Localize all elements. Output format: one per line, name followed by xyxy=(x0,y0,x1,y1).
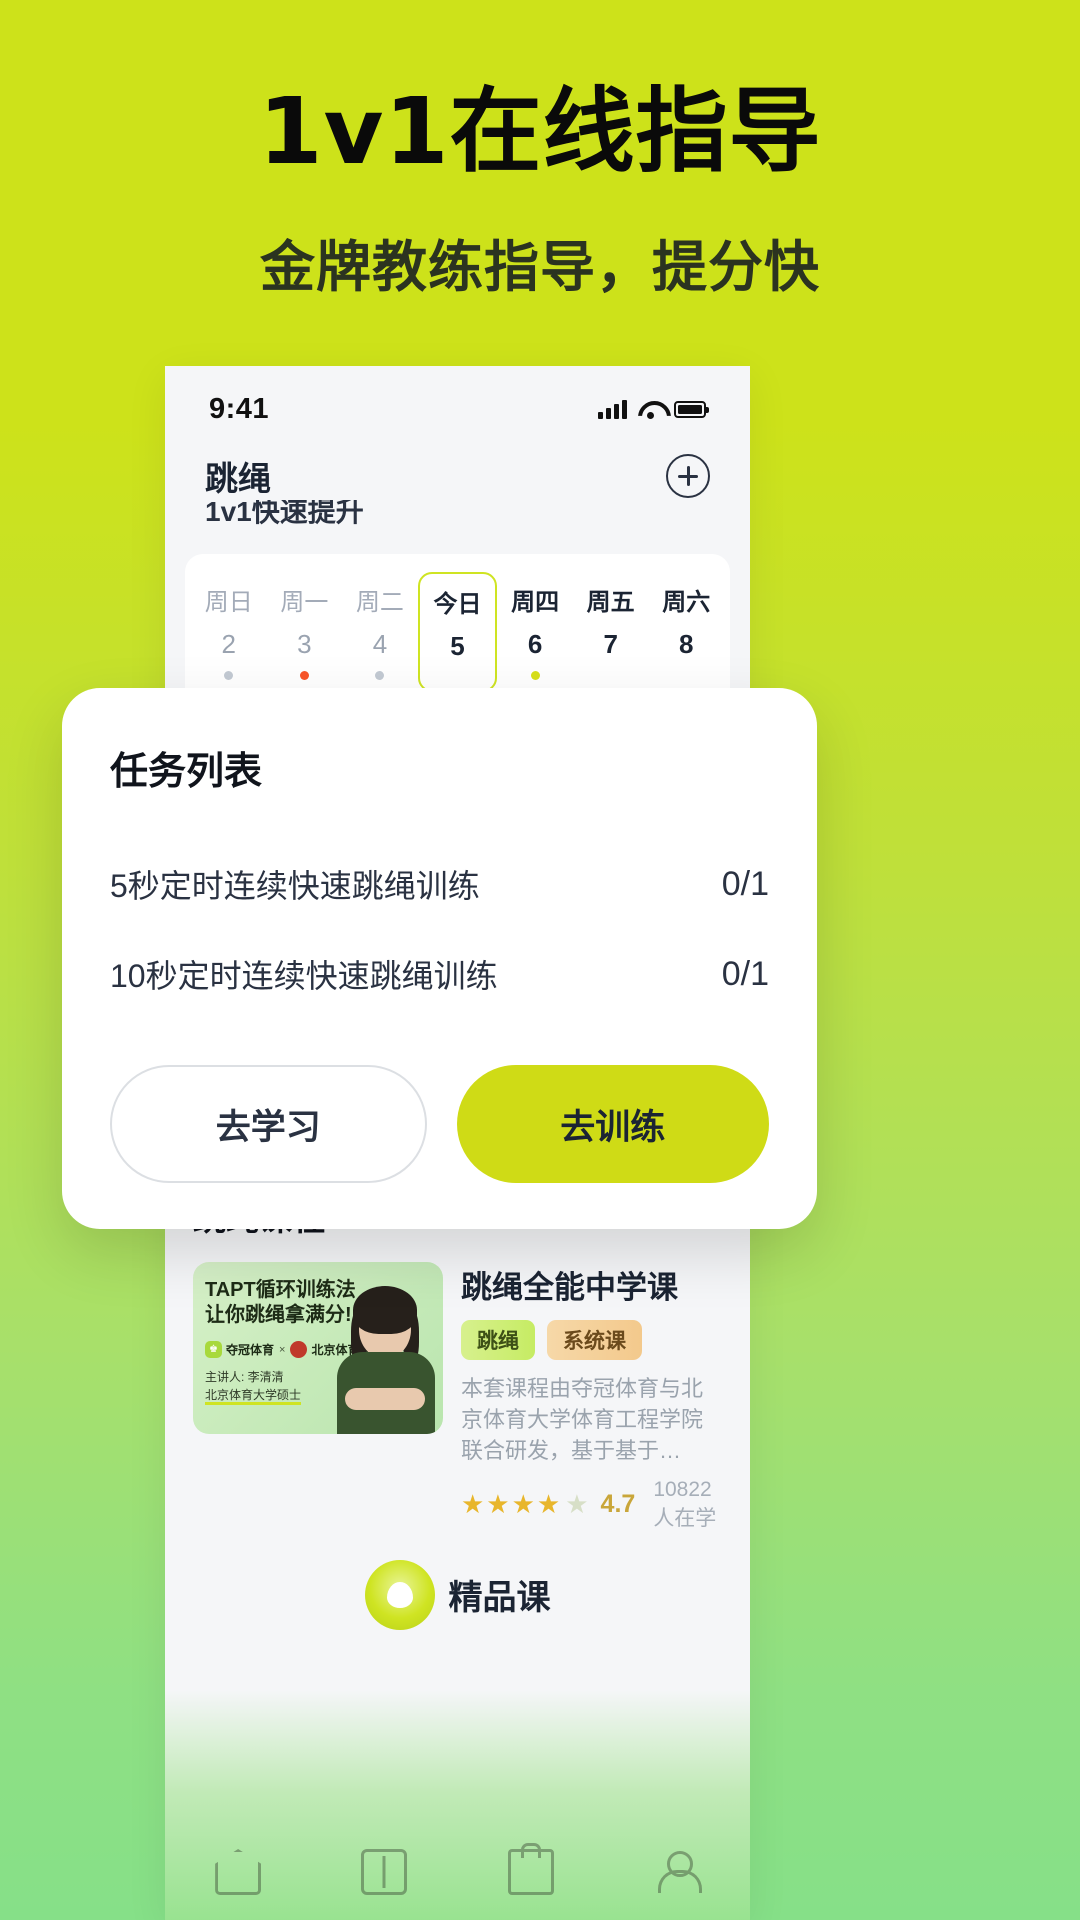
calendar-day-date: 4 xyxy=(372,629,388,659)
task-label: 10秒定时连续快速跳绳训练 xyxy=(110,958,498,994)
user-icon xyxy=(654,1849,702,1895)
university-seal-icon xyxy=(290,1341,308,1358)
calendar-day-weekday: 周四 xyxy=(511,589,560,616)
calendar-day-weekday: 今日 xyxy=(433,591,482,618)
app-header: 跳绳 xyxy=(165,438,750,500)
calendar-day-dot xyxy=(530,671,540,680)
course-rating: ★★★★ ★ 4.7 10822人在学 xyxy=(461,1478,722,1532)
lecturer-degree: 北京体育大学硕士 xyxy=(205,1388,302,1405)
battery-icon xyxy=(674,400,709,418)
task-count: 0/1 xyxy=(721,864,769,903)
brand-left-label: 夺冠体育 xyxy=(226,1343,275,1357)
brand-separator: × xyxy=(279,1343,286,1356)
learner-count: 10822人在学 xyxy=(653,1477,717,1530)
subheader: 1v1快速提升 xyxy=(165,500,750,540)
task-count: 0/1 xyxy=(721,954,769,993)
signal-icon xyxy=(598,399,627,419)
calendar-day-weekday: 周日 xyxy=(204,589,253,616)
calendar-day-weekday: 周五 xyxy=(586,589,635,616)
calendar-day[interactable]: 周二 4 xyxy=(342,572,418,692)
calendar-day-dot xyxy=(375,671,385,680)
calendar-day[interactable]: 周四 6 xyxy=(497,572,573,692)
promo-subtitle: 金牌教练指导，提分快 xyxy=(259,235,820,299)
course-section: 跳绳课程 TAPT循环训练法 让你跳绳拿满分! ♚ 夺冠体育 × 北京体育大学 xyxy=(165,1176,750,1630)
bottom-tab-bar xyxy=(165,1824,750,1920)
featured-logo-icon xyxy=(364,1559,435,1630)
calendar-day-date: 6 xyxy=(527,629,543,659)
promo-header: 1v1在线指导 金牌教练指导，提分快 xyxy=(0,0,1080,302)
featured-label: 精品课 xyxy=(448,1579,551,1618)
subheader-label: 1v1快速提升 xyxy=(205,500,364,527)
calendar-day[interactable]: 周六 8 xyxy=(648,572,724,692)
calendar-day-date: 3 xyxy=(297,629,312,659)
wifi-icon xyxy=(638,400,663,419)
course-description: 本套课程由夺冠体育与北京体育大学体育工程学院联合研发，基于基于… xyxy=(461,1376,704,1464)
bag-icon xyxy=(507,1843,554,1895)
course-info: 跳绳全能中学课 跳绳 系统课 本套课程由夺冠体育与北京体育大学体育工程学院联合研… xyxy=(461,1262,722,1532)
book-icon xyxy=(361,1849,408,1895)
calendar-day-dot xyxy=(682,671,691,680)
calendar-day-dot xyxy=(224,671,234,680)
coach-photo xyxy=(329,1284,441,1434)
home-icon xyxy=(215,1849,262,1895)
calendar-day[interactable]: 周一 3 xyxy=(267,572,343,692)
tab-shop[interactable] xyxy=(507,1843,554,1895)
calendar-day-date: 5 xyxy=(450,631,465,661)
dialog-title: 任务列表 xyxy=(110,751,263,793)
task-list-dialog: 任务列表 5秒定时连续快速跳绳训练 0/1 10秒定时连续快速跳绳训练 0/1 … xyxy=(62,688,817,1229)
calendar-day-dot xyxy=(606,671,615,680)
calendar-day-date: 8 xyxy=(679,629,694,659)
status-bar-icons xyxy=(598,399,709,419)
rating-stars-icon: ★★★★ ★ xyxy=(461,1489,591,1520)
duoguan-logo-icon: ♚ 夺冠体育 xyxy=(205,1341,274,1358)
tab-home[interactable] xyxy=(215,1849,262,1895)
course-thumbnail: TAPT循环训练法 让你跳绳拿满分! ♚ 夺冠体育 × 北京体育大学 主讲人: … xyxy=(193,1262,443,1434)
course-card[interactable]: TAPT循环训练法 让你跳绳拿满分! ♚ 夺冠体育 × 北京体育大学 主讲人: … xyxy=(193,1262,722,1532)
go-study-button[interactable]: 去学习 xyxy=(110,1065,427,1183)
course-tags: 跳绳 系统课 xyxy=(461,1320,722,1360)
calendar-day-dot xyxy=(299,671,309,680)
plus-circle-icon[interactable] xyxy=(666,454,710,498)
status-bar-time: 9:41 xyxy=(209,392,270,425)
calendar-day[interactable]: 周日 2 xyxy=(191,572,267,692)
calendar-day-date: 2 xyxy=(221,629,237,659)
calendar-day-dot xyxy=(453,673,462,682)
course-tag: 系统课 xyxy=(547,1320,642,1360)
task-label: 5秒定时连续快速跳绳训练 xyxy=(110,868,480,904)
rating-value: 4.7 xyxy=(600,1490,636,1519)
course-title: 跳绳全能中学课 xyxy=(461,1270,678,1305)
tab-course[interactable] xyxy=(361,1849,408,1895)
course-tag: 跳绳 xyxy=(461,1320,535,1360)
featured-banner: 精品课 xyxy=(193,1559,722,1630)
calendar-card: 周日 2 周一 3 周二 4 今日 5 周四 6 周五 7 周六 8 xyxy=(185,554,730,706)
calendar-day-weekday: 周六 xyxy=(662,589,711,616)
calendar-day-today[interactable]: 今日 5 xyxy=(417,572,498,692)
tab-profile[interactable] xyxy=(654,1849,702,1895)
calendar-day-weekday: 周一 xyxy=(280,589,329,616)
go-train-button[interactable]: 去训练 xyxy=(456,1065,769,1183)
status-bar: 9:41 xyxy=(165,366,750,438)
promo-title: 1v1在线指导 xyxy=(258,78,822,185)
medal-icon: ♚ xyxy=(205,1341,222,1358)
task-row[interactable]: 10秒定时连续快速跳绳训练 0/1 xyxy=(110,929,769,1019)
calendar-day[interactable]: 周五 7 xyxy=(573,572,649,692)
calendar-day-date: 7 xyxy=(603,629,618,659)
dialog-actions: 去学习 去训练 xyxy=(110,1065,769,1183)
page-title: 跳绳 xyxy=(205,460,271,497)
calendar-day-weekday: 周二 xyxy=(355,589,404,616)
calendar-strip: 周日 2 周一 3 周二 4 今日 5 周四 6 周五 7 周六 8 xyxy=(165,540,750,706)
task-list: 5秒定时连续快速跳绳训练 0/1 10秒定时连续快速跳绳训练 0/1 xyxy=(110,839,769,1019)
task-row[interactable]: 5秒定时连续快速跳绳训练 0/1 xyxy=(110,839,769,929)
